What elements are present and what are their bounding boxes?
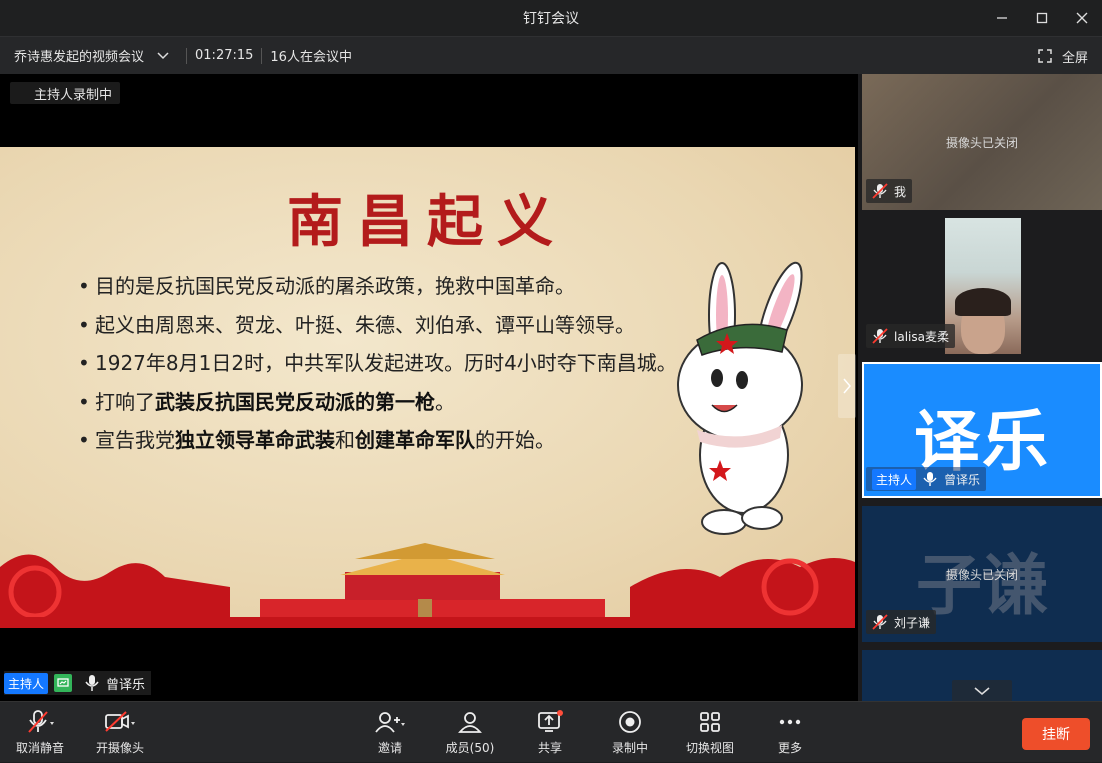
members-icon [458, 712, 482, 733]
rabbit-mascot-illustration [677, 261, 803, 535]
slide-bullet-emphasis: 独立领导革命武装 [175, 428, 335, 452]
slide-bullet-list: 目的是反抗国民党反动派的屠杀政策，挽救中国革命。起义由周恩来、贺龙、叶挺、朱德、… [78, 267, 678, 460]
slide-bullet-text: 打响了 [95, 389, 155, 414]
divider [186, 47, 188, 64]
meeting-info-bar: 乔诗惠发起的视频会议 01:27:15 16人在会议中 全屏 [0, 36, 1102, 74]
speaker-name: 曾译乐 [106, 677, 146, 693]
camera-off-icon [105, 711, 135, 732]
participant-name-tag: 我 [866, 179, 913, 203]
shared-screen: 主持人录制中 南昌起义 目的是反抗国民党反动派的屠杀政策，挽救中国革命。起义由周… [0, 74, 858, 701]
microphone-icon [85, 675, 99, 691]
microphone-muted-icon [872, 328, 888, 344]
slide-bullet-text: 和 [335, 428, 355, 452]
record-icon [619, 711, 641, 733]
title-bar: 钉钉会议 [0, 0, 1102, 36]
meeting-name-dropdown[interactable]: 乔诗惠发起的视频会议 [0, 46, 170, 65]
add-user-icon [375, 712, 405, 733]
participant-name: 刘子谦 [894, 615, 931, 630]
host-tag: 主持人 [4, 672, 49, 694]
meeting-name: 乔诗惠发起的视频会议 [14, 50, 145, 65]
members-label: 成员(50) [445, 741, 495, 755]
slide-bullet-text: 宣告我党 [95, 428, 175, 452]
chevron-down-icon [974, 687, 990, 696]
unmute-label: 取消静音 [15, 741, 64, 755]
microphone-icon [923, 472, 937, 486]
participant-name-tag: 刘子谦 [866, 610, 937, 634]
active-speaker-bar: 主持人 曾译乐 [4, 671, 152, 695]
microphone-muted-icon [872, 614, 888, 630]
participant-name-tag: lalisa麦柔 [866, 324, 955, 348]
participant-tile-partial[interactable] [862, 650, 1102, 701]
participant-tile-host[interactable]: 译乐 主持人 曾译乐 [862, 362, 1102, 498]
more-button[interactable]: 更多 [772, 702, 808, 763]
microphone-muted-icon [872, 183, 888, 199]
members-button[interactable]: 成员(50) [440, 702, 500, 763]
share-label: 共享 [537, 741, 562, 755]
slide-bullet: 1927年8月1日2时，中共军队发起进攻。历时4小时夺下南昌城。 [78, 344, 678, 383]
presentation-slide: 南昌起义 目的是反抗国民党反动派的屠杀政策，挽救中国革命。起义由周恩来、贺龙、叶… [0, 147, 855, 628]
camera-button[interactable]: 开摄像头 [92, 702, 148, 763]
slide-bullet-emphasis: 创建革命军队 [355, 428, 475, 452]
participant-name: 曾译乐 [944, 472, 981, 487]
recording-badge-label: 主持人录制中 [34, 87, 113, 103]
window-controls [982, 0, 1102, 36]
close-icon[interactable] [1062, 0, 1102, 36]
next-page-button[interactable] [838, 354, 856, 418]
maximize-icon[interactable] [1022, 0, 1062, 36]
fullscreen-button[interactable]: 全屏 [1038, 37, 1088, 75]
slide-bullet: 目的是反抗国民党反动派的屠杀政策，挽救中国革命。 [78, 267, 678, 306]
participant-panel: 摄像头已关闭 我 lalisa麦柔 译乐 主持人 曾译乐 子谦 摄像头已关闭 刘… [862, 74, 1102, 701]
screen-share-icon [54, 674, 73, 692]
host-tag: 主持人 [872, 468, 917, 490]
chevron-right-icon [843, 378, 851, 394]
slide-bullet-text: 起义由周恩来、贺龙、叶挺、朱德、刘伯承、谭平山等领导。 [95, 312, 635, 337]
meeting-toolbar: 取消静音 开摄像头 邀请 成员(50) 共享 录制中 切换视图 更多 挂断 [0, 701, 1102, 762]
camera-label: 开摄像头 [95, 741, 144, 755]
slide-bullet-text: 。 [435, 389, 455, 414]
invite-button[interactable]: 邀请 [372, 702, 408, 763]
window-title: 钉钉会议 [523, 11, 579, 27]
fullscreen-icon [1038, 49, 1052, 63]
participant-name: lalisa麦柔 [894, 329, 949, 344]
participant-tile-lalisa[interactable]: lalisa麦柔 [862, 218, 1102, 354]
recording-badge: 主持人录制中 [10, 82, 121, 104]
chevron-down-icon [157, 51, 169, 59]
scroll-down-button[interactable] [952, 680, 1012, 701]
recording-label: 录制中 [611, 741, 648, 755]
switch-view-label: 切换视图 [685, 741, 734, 755]
slide-bullet-text: 1927年8月1日2时，中共军队发起进攻。历时4小时夺下南昌城。 [95, 351, 677, 375]
slide-bullet: 起义由周恩来、贺龙、叶挺、朱德、刘伯承、谭平山等领导。 [78, 306, 678, 345]
slide-bullet-text: 目的是反抗国民党反动派的屠杀政策，挽救中国革命。 [95, 274, 575, 298]
share-screen-icon [538, 710, 563, 732]
unmute-button[interactable]: 取消静音 [12, 702, 68, 763]
participant-video [945, 218, 1021, 354]
participant-count: 16人在会议中 [270, 50, 352, 65]
minimize-icon[interactable] [982, 0, 1022, 36]
switch-view-button[interactable]: 切换视图 [680, 702, 740, 763]
share-button[interactable]: 共享 [532, 702, 568, 763]
participant-name: 我 [894, 184, 907, 199]
camera-off-label: 摄像头已关闭 [945, 136, 1018, 150]
slide-bullet-emphasis: 武装反抗国民党反动派的第一枪 [155, 389, 435, 414]
fullscreen-label: 全屏 [1061, 50, 1088, 66]
camera-off-label: 摄像头已关闭 [945, 568, 1018, 582]
slide-bullet-text: 的开始。 [475, 428, 555, 452]
slide-bullet: 宣告我党独立领导革命武装和创建革命军队的开始。 [78, 421, 678, 460]
participant-name-tag: 主持人 曾译乐 [866, 467, 987, 491]
microphone-muted-icon [28, 710, 54, 733]
more-label: 更多 [777, 741, 802, 755]
grid-view-icon [700, 712, 720, 732]
hangup-button[interactable]: 挂断 [1022, 718, 1090, 750]
recording-button[interactable]: 录制中 [606, 702, 654, 763]
divider [261, 47, 263, 64]
slide-title: 南昌起义 [287, 189, 567, 255]
participant-tile-me[interactable]: 摄像头已关闭 我 [862, 74, 1102, 210]
meeting-duration: 01:27:15 [195, 48, 254, 63]
more-icon [779, 719, 801, 725]
invite-label: 邀请 [377, 741, 402, 755]
slide-bullet: 打响了武装反抗国民党反动派的第一枪。 [78, 383, 678, 422]
participant-tile-liuziqian[interactable]: 子谦 摄像头已关闭 刘子谦 [862, 506, 1102, 642]
